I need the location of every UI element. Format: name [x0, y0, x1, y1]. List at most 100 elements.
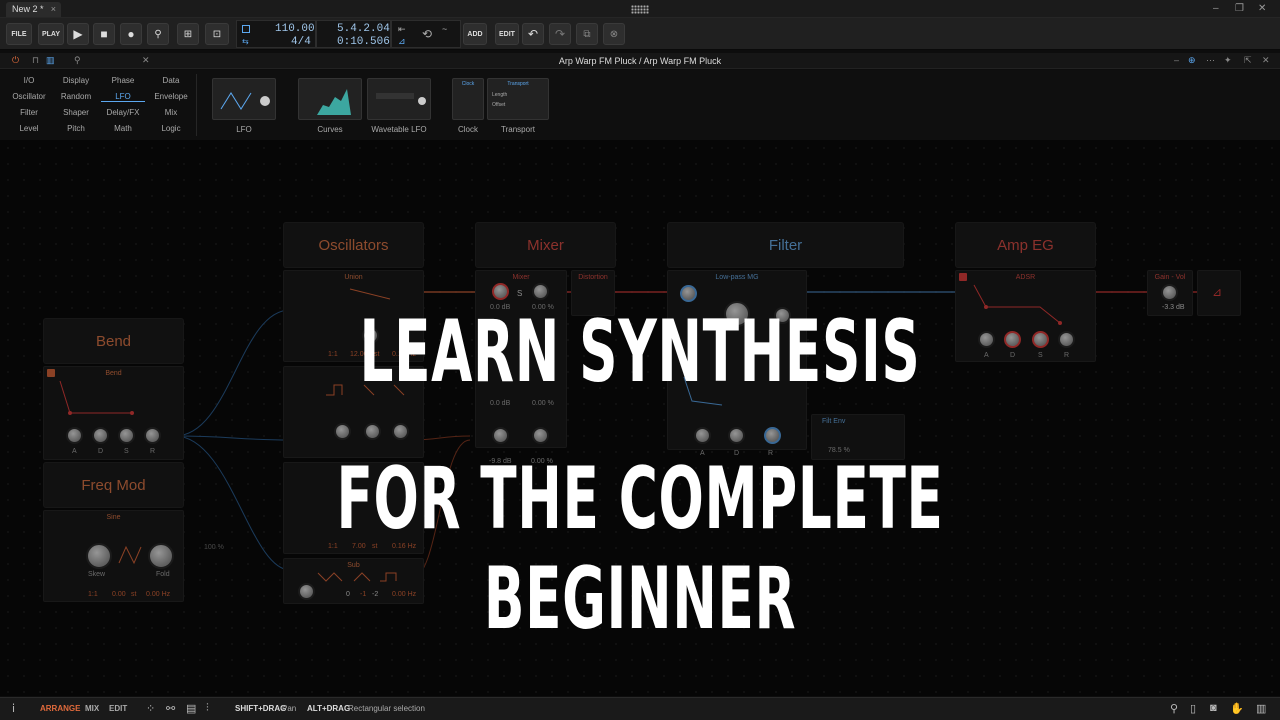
keyboard-icon[interactable]: ▥ — [1256, 702, 1266, 715]
wavetable-icon — [376, 93, 426, 105]
redo-icon[interactable]: ↷ — [549, 23, 571, 45]
device-thumb-wavetable-lfo[interactable] — [367, 78, 431, 120]
mix-tab[interactable]: MIX — [85, 704, 99, 713]
category-io[interactable]: I/O — [7, 76, 51, 85]
position-display[interactable]: 5.4.2.04 0:10.506 — [316, 20, 391, 48]
automation-icon[interactable]: ⚲ — [147, 23, 169, 45]
app-logo-icon — [631, 5, 649, 14]
title-line-2: FOR THE COMPLETE BEGINNER — [336, 449, 944, 649]
module-palette: I/O Display Phase Data Oscillator Random… — [0, 70, 1280, 140]
device-thumb-transport[interactable]: Transport Length Offset — [487, 78, 549, 120]
device-label-clock: Clock — [457, 125, 478, 134]
tab-project[interactable]: New 2 * × — [6, 2, 61, 17]
screen-icon[interactable]: ⊡ — [205, 23, 229, 45]
groove-icon[interactable]: ⇆ — [242, 37, 249, 46]
edit-tab[interactable]: EDIT — [109, 704, 127, 713]
category-phase[interactable]: Phase — [101, 76, 145, 85]
hint-1-key: SHIFT+DRAG — [235, 704, 287, 713]
category-data[interactable]: Data — [149, 76, 193, 85]
restore-icon[interactable]: ❐ — [1235, 3, 1244, 14]
lfo-wave-icon — [220, 92, 270, 110]
category-delay-fx[interactable]: Delay/FX — [101, 108, 145, 117]
options-icon[interactable]: ⋯ — [1206, 55, 1215, 66]
device-thumb-lfo[interactable] — [212, 78, 276, 120]
loop-icon[interactable]: ⟲ — [422, 27, 432, 41]
punch-icon[interactable]: ⇤ — [398, 24, 406, 35]
curves-graph-icon — [317, 89, 351, 115]
palette-divider — [196, 74, 197, 136]
position-time: 0:10.506 — [337, 36, 390, 48]
device-thumb-curves[interactable] — [298, 78, 362, 120]
category-mix[interactable]: Mix — [149, 108, 193, 117]
category-pitch[interactable]: Pitch — [54, 124, 98, 133]
hint-2-key: ALT+DRAG — [307, 704, 351, 713]
tempo-value: 110.00 — [275, 23, 315, 35]
mixer-sliders-icon[interactable]: ⫶ — [206, 702, 209, 715]
zoom-icon[interactable]: ⊕ — [1188, 55, 1196, 66]
search-icon[interactable]: ⚲ — [1170, 702, 1178, 715]
clock-thumb-title: Clock — [461, 81, 475, 87]
arrange-tab[interactable]: ARRANGE — [40, 704, 80, 713]
minimize-icon[interactable]: – — [1213, 3, 1219, 14]
category-math[interactable]: Math — [101, 124, 145, 133]
category-random[interactable]: Random — [54, 92, 98, 101]
loop-panel: ⇤ ⊿ ⟲ ~ — [391, 20, 461, 48]
category-lfo[interactable]: LFO — [101, 92, 145, 102]
link-icon[interactable]: ⚯ — [166, 702, 175, 715]
tab-title: New 2 * — [12, 4, 44, 14]
arm-icon[interactable]: ⊿ — [398, 36, 406, 47]
transport-thumb-title: Transport — [507, 81, 529, 87]
transport-toolbar: FILE PLAY ▶ ■ ● ⚲ ⊞ ⊡ ⇆ 110.00 4/4 5.4.2… — [0, 18, 1280, 50]
tap-icon[interactable] — [242, 25, 250, 33]
add-button[interactable]: ADD — [463, 23, 487, 45]
copy-icon[interactable]: ⧉ — [576, 23, 598, 45]
tab-close-icon[interactable]: × — [51, 4, 56, 14]
device-label-transport: Transport — [501, 125, 535, 134]
category-envelope[interactable]: Envelope — [149, 92, 193, 101]
info-icon[interactable]: ⅰ — [12, 702, 15, 715]
file-menu-button[interactable]: FILE — [6, 23, 32, 45]
hint-1-text: Pan — [282, 704, 297, 713]
stop-icon[interactable]: ■ — [93, 23, 115, 45]
device-icon[interactable]: ◙ — [1210, 702, 1217, 714]
popout-icon[interactable]: ⇱ — [1244, 55, 1252, 66]
category-filter[interactable]: Filter — [7, 108, 51, 117]
fill-icon[interactable]: ~ — [442, 24, 447, 34]
category-display[interactable]: Display — [54, 76, 98, 85]
delete-icon[interactable]: ⊗ — [603, 23, 625, 45]
position-bars: 5.4.2.04 — [337, 23, 390, 35]
transport-thumb-length: Length — [492, 92, 508, 98]
tempo-display[interactable]: ⇆ 110.00 4/4 — [236, 20, 316, 48]
device-label-wavetable-lfo: Wavetable LFO — [371, 125, 427, 134]
editor-title: Arp Warp FM Pluck / Arp Warp FM Pluck — [558, 56, 722, 66]
hint-2-text: Rectangular selection — [348, 704, 425, 713]
panel-icon[interactable]: ⁘ — [146, 702, 155, 715]
device-label-curves: Curves — [317, 125, 343, 134]
category-shaper[interactable]: Shaper — [54, 108, 98, 117]
play-icon[interactable]: ▶ — [67, 23, 89, 45]
time-signature: 4/4 — [291, 36, 311, 48]
pin-icon[interactable]: ✦ — [1224, 55, 1232, 66]
undo-icon[interactable]: ↶ — [522, 23, 544, 45]
app-window: New 2 * × – ❐ ✕ FILE PLAY ▶ ■ ● ⚲ ⊞ ⊡ ⇆ … — [0, 0, 1280, 720]
category-oscillator[interactable]: Oscillator — [7, 92, 51, 101]
collapse-icon[interactable]: – — [1174, 55, 1179, 65]
tab-bar: New 2 * × – ❐ ✕ — [0, 0, 1280, 18]
edit-button[interactable]: EDIT — [495, 23, 519, 45]
play-menu-button[interactable]: PLAY — [38, 23, 64, 45]
category-level[interactable]: Level — [7, 124, 51, 133]
device-label-lfo: LFO — [236, 125, 252, 134]
metronome-icon[interactable]: ⊞ — [177, 23, 199, 45]
transport-thumb-offset: Offset — [492, 102, 506, 108]
category-logic[interactable]: Logic — [149, 124, 193, 133]
hand-icon[interactable]: ✋ — [1230, 702, 1244, 715]
status-bar: ⅰ ARRANGE MIX EDIT ⁘ ⚯ ▤ ⫶ SHIFT+DRAG Pa… — [0, 697, 1280, 720]
notes-icon[interactable]: ▤ — [186, 702, 196, 715]
record-icon[interactable]: ● — [120, 23, 142, 45]
device-thumb-clock[interactable]: Clock — [452, 78, 484, 120]
title-line-1: LEARN SYNTHESIS — [359, 302, 921, 402]
file-icon[interactable]: ▯ — [1190, 702, 1196, 715]
close-editor-icon[interactable]: ✕ — [1262, 55, 1270, 66]
device-editor-header: ⏻ ⊓ ▥ ⚲ ✕ Arp Warp FM Pluck / Arp Warp F… — [0, 53, 1280, 69]
close-window-icon[interactable]: ✕ — [1258, 3, 1266, 14]
